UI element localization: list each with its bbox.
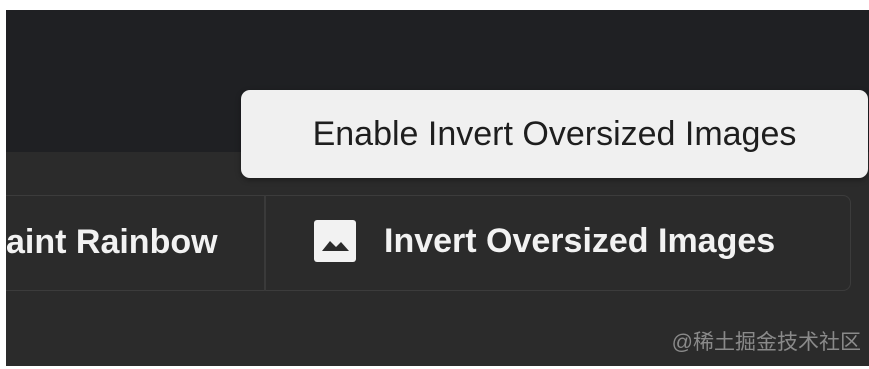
invert-oversized-images-label: Invert Oversized Images	[384, 222, 776, 260]
toolbar-divider	[264, 195, 266, 291]
paint-rainbow-label: aint Rainbow	[6, 223, 218, 261]
invert-oversized-images-button[interactable]: Invert Oversized Images	[314, 220, 775, 262]
image-icon	[314, 220, 356, 262]
paint-rainbow-button[interactable]: aint Rainbow	[6, 222, 218, 262]
tooltip: Enable Invert Oversized Images	[241, 90, 868, 178]
app-window: aint Rainbow Invert Oversized Images Ena…	[6, 10, 869, 366]
watermark: @稀土掘金技术社区	[671, 331, 861, 354]
